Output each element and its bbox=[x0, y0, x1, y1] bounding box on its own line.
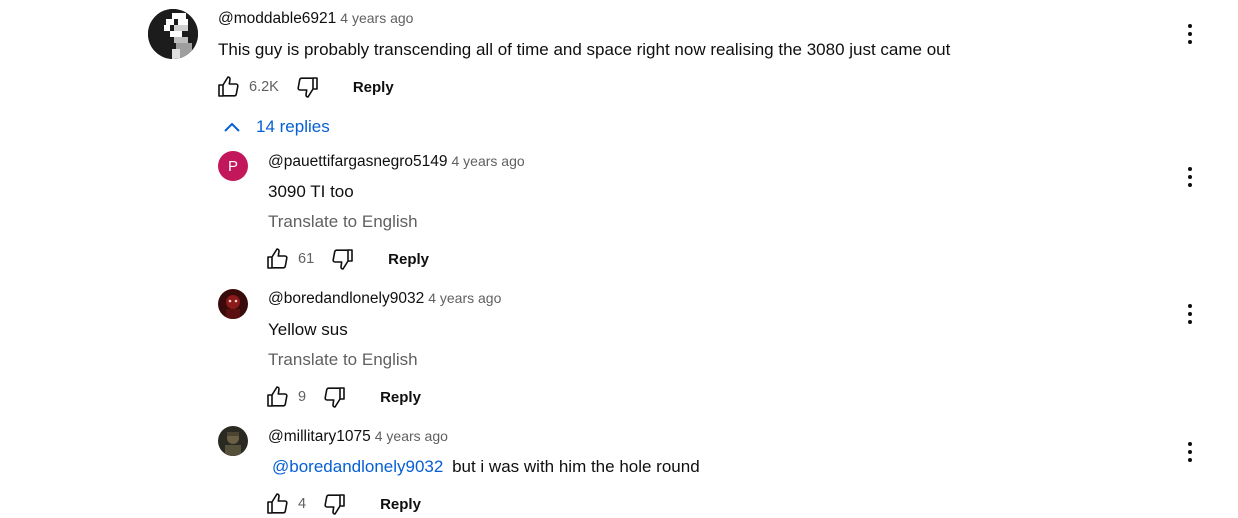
dislike-button[interactable] bbox=[322, 491, 348, 517]
more-actions-button[interactable] bbox=[1180, 21, 1200, 47]
thumbs-up-icon bbox=[267, 493, 288, 514]
reply-message: but i was with him the hole round bbox=[452, 457, 700, 476]
thumbs-up-icon bbox=[267, 386, 288, 407]
comment-actions: 6.2K Reply bbox=[215, 74, 394, 100]
reply-author[interactable]: @millitary1075 4 years ago bbox=[268, 428, 448, 446]
reply-author[interactable]: @boredandlonely9032 4 years ago bbox=[268, 290, 501, 308]
reply-text: @boredandlonely9032 but i was with him t… bbox=[268, 457, 700, 477]
thumbs-up-icon bbox=[218, 76, 239, 97]
reply-author[interactable]: @pauettifargasnegro5149 4 years ago bbox=[268, 153, 525, 171]
more-actions-button[interactable] bbox=[1180, 439, 1200, 465]
reply-actions: 4 Reply bbox=[264, 491, 421, 517]
like-button[interactable] bbox=[264, 491, 290, 517]
mention-link[interactable]: @boredandlonely9032 bbox=[268, 457, 443, 476]
like-count: 9 bbox=[298, 389, 307, 405]
reply-button[interactable]: Reply bbox=[380, 496, 421, 513]
more-vert-icon bbox=[1188, 442, 1192, 446]
character-avatar-icon bbox=[218, 289, 248, 319]
comment-timestamp[interactable]: 4 years ago bbox=[340, 10, 413, 26]
author-handle[interactable]: @boredandlonely9032 bbox=[268, 290, 424, 307]
like-count: 6.2K bbox=[249, 79, 279, 95]
thumbs-down-icon bbox=[324, 494, 345, 515]
comment-text: This guy is probably transcending all of… bbox=[218, 40, 951, 59]
reply-timestamp[interactable]: 4 years ago bbox=[451, 153, 524, 169]
comment-author[interactable]: @moddable6921 4 years ago bbox=[218, 10, 413, 28]
avatar[interactable] bbox=[218, 289, 248, 319]
thumbs-down-icon bbox=[332, 249, 353, 270]
dislike-button[interactable] bbox=[330, 246, 356, 272]
reply-button[interactable]: Reply bbox=[380, 389, 421, 406]
pixel-avatar-icon bbox=[148, 9, 198, 59]
translate-button[interactable]: Translate to English bbox=[268, 350, 418, 370]
replies-count-label: 14 replies bbox=[256, 117, 330, 136]
like-button[interactable] bbox=[215, 74, 241, 100]
reply-timestamp[interactable]: 4 years ago bbox=[428, 290, 501, 306]
thumbs-down-icon bbox=[297, 77, 318, 98]
like-button[interactable] bbox=[264, 384, 290, 410]
translate-button[interactable]: Translate to English bbox=[268, 212, 418, 232]
like-count: 61 bbox=[298, 251, 315, 267]
soldier-avatar-icon bbox=[218, 426, 248, 456]
more-actions-button[interactable] bbox=[1180, 301, 1200, 327]
more-vert-icon bbox=[1188, 304, 1192, 308]
reply-button[interactable]: Reply bbox=[353, 79, 394, 96]
dislike-button[interactable] bbox=[295, 74, 321, 100]
replies-toggle-button[interactable]: 14 replies bbox=[222, 117, 330, 137]
avatar[interactable]: P bbox=[218, 151, 248, 181]
more-vert-icon bbox=[1188, 24, 1192, 28]
author-handle[interactable]: @moddable6921 bbox=[218, 10, 336, 27]
reply-text: Yellow sus bbox=[268, 320, 348, 339]
author-handle[interactable]: @millitary1075 bbox=[268, 428, 371, 445]
avatar[interactable] bbox=[148, 9, 198, 59]
reply-actions: 61 Reply bbox=[264, 246, 429, 272]
thumbs-up-icon bbox=[267, 248, 288, 269]
more-vert-icon bbox=[1188, 167, 1192, 171]
author-handle[interactable]: @pauettifargasnegro5149 bbox=[268, 153, 447, 170]
avatar-letter: P bbox=[227, 157, 238, 175]
reply-button[interactable]: Reply bbox=[388, 251, 429, 268]
chevron-up-icon bbox=[224, 122, 240, 132]
like-count: 4 bbox=[298, 496, 307, 512]
like-button[interactable] bbox=[264, 246, 290, 272]
more-actions-button[interactable] bbox=[1180, 164, 1200, 190]
thumbs-down-icon bbox=[324, 387, 345, 408]
reply-actions: 9 Reply bbox=[264, 384, 421, 410]
reply-timestamp[interactable]: 4 years ago bbox=[375, 428, 448, 444]
avatar[interactable] bbox=[218, 426, 248, 456]
reply-text: 3090 TI too bbox=[268, 182, 354, 201]
dislike-button[interactable] bbox=[322, 384, 348, 410]
